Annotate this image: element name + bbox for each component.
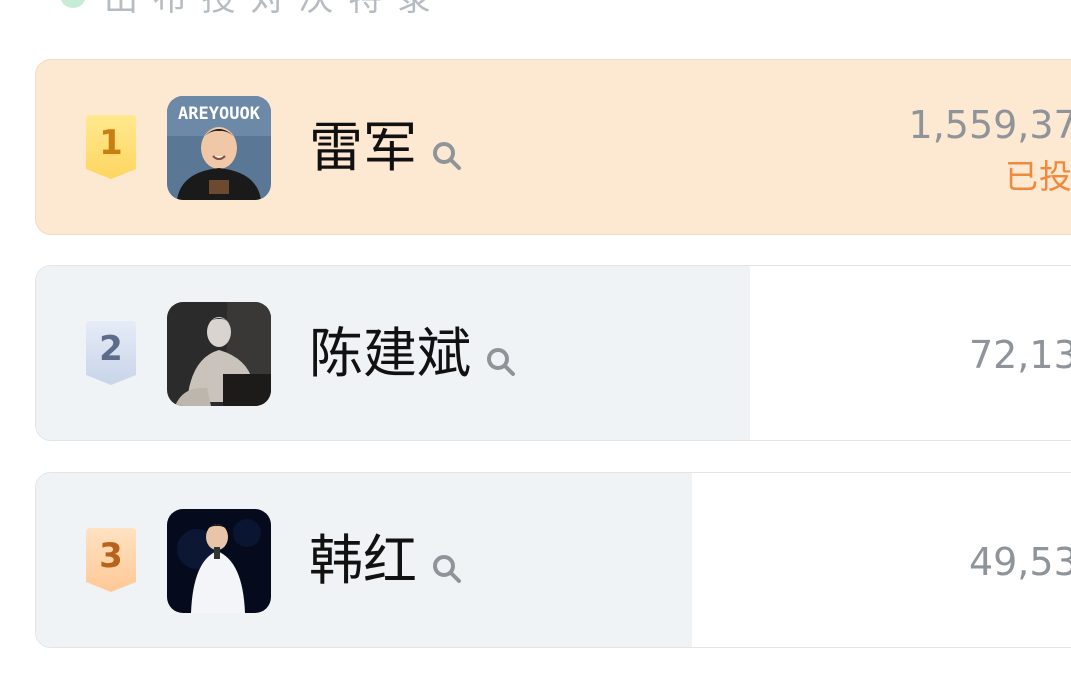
avatar-caption: AREYOUOK: [178, 104, 261, 124]
ranking-row[interactable]: 3 韩红 49,539 票: [35, 472, 1071, 648]
candidate-name: 雷军: [309, 110, 463, 192]
search-icon[interactable]: [431, 116, 463, 192]
rank-number: 1: [99, 123, 123, 163]
ranking-row[interactable]: 2 陈建斌 72,135 票: [35, 265, 1071, 441]
candidate-name: 陈建斌: [309, 316, 517, 398]
candidate-name: 韩红: [309, 523, 463, 605]
rank-number: 3: [99, 536, 123, 576]
search-icon[interactable]: [431, 529, 463, 605]
avatar[interactable]: AREYOUOK: [167, 96, 271, 200]
vote-count: 72,135 票: [968, 333, 1071, 377]
vote-count: 49,539 票: [968, 540, 1071, 584]
candidate-name-text: 韩红: [309, 529, 417, 592]
search-icon[interactable]: [485, 322, 517, 398]
avatar[interactable]: [167, 509, 271, 613]
vote-ranking-page: 出 布 授 对 决 特 录 1 AREYOUOK: [0, 0, 1071, 673]
vote-count: 1,559,370 票: [908, 103, 1071, 147]
section-header: 出 布 授 对 决 特 录: [60, 0, 433, 19]
candidate-name-text: 陈建斌: [309, 322, 471, 385]
avatar[interactable]: [167, 302, 271, 406]
rank-number: 2: [99, 329, 123, 369]
header-icon: [60, 0, 86, 8]
candidate-name-text: 雷军: [309, 116, 417, 179]
ranking-row[interactable]: 1 AREYOUOK 雷军 1,559,370 票 已投 6 票: [35, 59, 1071, 235]
rank-badge-silver: 2: [82, 321, 140, 387]
rank-badge-bronze: 3: [82, 528, 140, 594]
my-votes: 已投 6 票: [1005, 157, 1071, 196]
section-title: 出 布 授 对 决 特 录: [104, 0, 433, 20]
rank-badge-gold: 1: [82, 115, 140, 181]
